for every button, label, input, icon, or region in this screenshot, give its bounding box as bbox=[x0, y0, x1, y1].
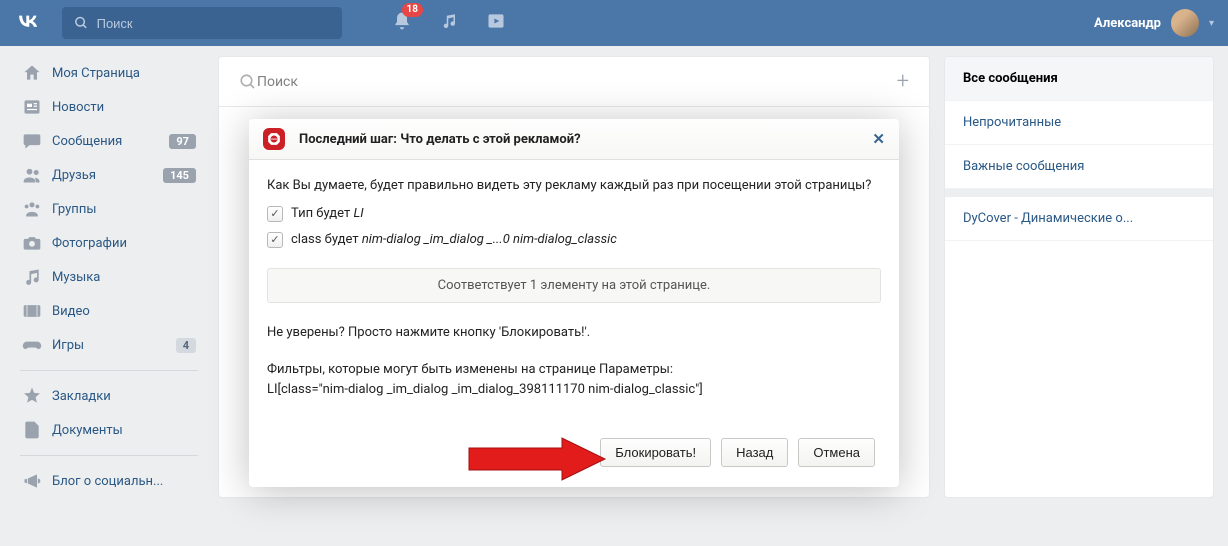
center-panel: Поиск + Последний шаг: Что делать с этой… bbox=[218, 56, 930, 498]
sidebar-item-messages[interactable]: Сообщения 97 bbox=[14, 124, 204, 158]
dialog-header: Последний шаг: Что делать с этой рекламо… bbox=[249, 119, 899, 160]
sidebar-item-bookmarks[interactable]: Закладки bbox=[14, 379, 204, 413]
filters-text: Фильтры, которые могут быть изменены на … bbox=[267, 360, 881, 400]
center-search-placeholder: Поиск bbox=[257, 74, 897, 90]
sidebar-item-label: Закладки bbox=[52, 389, 111, 404]
sidebar-item-label: Игры bbox=[52, 338, 84, 353]
top-header: 18 Александр ▾ bbox=[0, 0, 1228, 46]
chk-label: class будет bbox=[291, 232, 362, 247]
sidebar-item-games[interactable]: Игры 4 bbox=[14, 328, 204, 362]
username-label: Александр bbox=[1094, 16, 1161, 31]
chk-em: LI bbox=[353, 206, 363, 221]
sidebar-item-label: Фотографии bbox=[52, 236, 127, 251]
block-button[interactable]: Блокировать! bbox=[600, 438, 711, 467]
center-search-bar[interactable]: Поиск + bbox=[219, 57, 929, 107]
gamepad-icon bbox=[22, 335, 42, 355]
sidebar-item-label: Друзья bbox=[52, 168, 96, 183]
play-header-icon[interactable] bbox=[486, 11, 506, 35]
sidebar-item-music[interactable]: Музыка bbox=[14, 260, 204, 294]
sidebar-item-label: Блог о социальн... bbox=[52, 474, 163, 489]
cancel-button[interactable]: Отмена bbox=[798, 438, 875, 467]
search-icon bbox=[239, 73, 257, 91]
sidebar-item-groups[interactable]: Группы bbox=[14, 192, 204, 226]
video-icon bbox=[22, 301, 42, 321]
checkbox-icon[interactable]: ✓ bbox=[267, 232, 283, 248]
checkbox-row-class[interactable]: ✓ class будет nim-dialog _im_dialog _...… bbox=[267, 232, 881, 248]
sidebar-item-photos[interactable]: Фотографии bbox=[14, 226, 204, 260]
sidebar-item-video[interactable]: Видео bbox=[14, 294, 204, 328]
checkbox-icon[interactable]: ✓ bbox=[267, 206, 283, 222]
tab-dycover[interactable]: DyCover - Динамические о... bbox=[945, 189, 1213, 241]
friends-icon bbox=[22, 165, 42, 185]
notifications-icon[interactable]: 18 bbox=[392, 11, 412, 35]
user-menu[interactable]: Александр ▾ bbox=[1094, 9, 1214, 37]
header-search-box[interactable] bbox=[62, 7, 342, 39]
tab-all-messages[interactable]: Все сообщения bbox=[945, 57, 1213, 101]
sidebar-item-friends[interactable]: Друзья 145 bbox=[14, 158, 204, 192]
sidebar-item-label: Видео bbox=[52, 304, 90, 319]
search-icon bbox=[74, 15, 89, 31]
tab-unread[interactable]: Непрочитанные bbox=[945, 101, 1213, 145]
red-arrow-icon bbox=[467, 436, 607, 482]
tab-important[interactable]: Важные сообщения bbox=[945, 145, 1213, 189]
stop-sign-icon bbox=[263, 128, 285, 150]
sidebar-item-news[interactable]: Новости bbox=[14, 90, 204, 124]
music-header-icon[interactable] bbox=[440, 12, 458, 34]
notif-badge: 18 bbox=[402, 3, 423, 17]
chevron-down-icon: ▾ bbox=[1209, 18, 1214, 29]
sidebar-item-label: Сообщения bbox=[52, 134, 122, 149]
music-icon bbox=[22, 267, 42, 287]
match-count-box: Соответствует 1 элементу на этой страниц… bbox=[267, 268, 881, 303]
sidebar-badge: 145 bbox=[163, 168, 196, 183]
doc-icon bbox=[22, 420, 42, 440]
home-icon bbox=[22, 63, 42, 83]
dialog-question: Как Вы думаете, будет правильно видеть э… bbox=[267, 176, 881, 196]
sidebar-item-profile[interactable]: Моя Страница bbox=[14, 56, 204, 90]
adblock-dialog: Последний шаг: Что делать с этой рекламо… bbox=[249, 119, 899, 487]
header-search-input[interactable] bbox=[97, 16, 330, 31]
close-icon[interactable]: ✕ bbox=[872, 130, 885, 148]
groups-icon bbox=[22, 199, 42, 219]
sidebar-item-blog[interactable]: Блог о социальн... bbox=[14, 464, 204, 498]
sidebar-item-label: Группы bbox=[52, 202, 96, 217]
sidebar-item-label: Новости bbox=[52, 100, 104, 115]
sidebar-item-documents[interactable]: Документы bbox=[14, 413, 204, 447]
avatar bbox=[1171, 9, 1199, 37]
star-icon bbox=[22, 386, 42, 406]
sidebar-badge: 4 bbox=[176, 338, 196, 353]
bullhorn-icon bbox=[22, 471, 42, 491]
unsure-text: Не уверены? Просто нажмите кнопку 'Блоки… bbox=[267, 325, 881, 340]
sidebar-separator bbox=[20, 455, 198, 456]
right-panel: Все сообщения Непрочитанные Важные сообщ… bbox=[944, 56, 1214, 498]
dialog-title: Последний шаг: Что делать с этой рекламо… bbox=[299, 132, 581, 147]
new-message-button[interactable]: + bbox=[897, 69, 909, 94]
sidebar-separator bbox=[20, 370, 198, 371]
sidebar-item-label: Музыка bbox=[52, 270, 100, 285]
chk-label: Тип будет bbox=[291, 206, 353, 221]
left-sidebar: Моя Страница Новости Сообщения 97 Друзья… bbox=[14, 56, 204, 498]
checkbox-row-type[interactable]: ✓ Тип будет LI bbox=[267, 206, 881, 222]
news-icon bbox=[22, 97, 42, 117]
vk-logo-icon[interactable] bbox=[14, 7, 42, 39]
back-button[interactable]: Назад bbox=[721, 438, 788, 467]
chat-icon bbox=[22, 131, 42, 151]
sidebar-item-label: Моя Страница bbox=[52, 66, 140, 81]
sidebar-badge: 97 bbox=[169, 134, 196, 149]
camera-icon bbox=[22, 233, 42, 253]
chk-em: nim-dialog _im_dialog _...0 nim-dialog_c… bbox=[362, 232, 617, 247]
sidebar-item-label: Документы bbox=[52, 423, 123, 438]
